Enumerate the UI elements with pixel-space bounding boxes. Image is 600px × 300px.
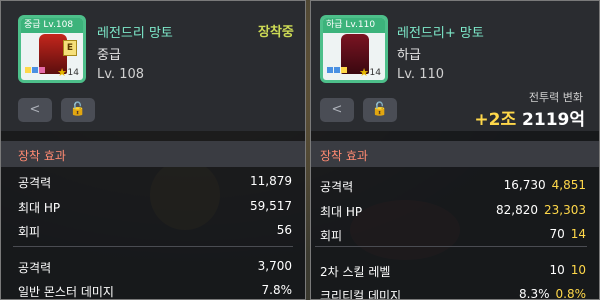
stat-row: 공격력 3,700 (1, 256, 305, 278)
stat-diff: 4,851 (551, 178, 586, 192)
star-icon: ★ (359, 66, 369, 79)
power-plus: +2조 (474, 110, 517, 130)
stat-label: 일반 몬스터 데미지 (18, 285, 114, 299)
thumb-grade-level: 하급 Lv.110 (323, 18, 385, 33)
stat-row: 회피 70 14 (311, 224, 599, 246)
stat-row: 최대 HP 59,517 (1, 196, 305, 218)
stat-row: 공격력 16,730 4,851 (311, 175, 599, 197)
unlock-icon: 🔓 (69, 102, 87, 117)
potential-chips (25, 58, 46, 77)
item-thumbnail[interactable]: 중급 Lv.108 E ★ 14 (18, 15, 86, 83)
share-button[interactable]: < (320, 98, 354, 122)
stat-label: 회피 (18, 225, 41, 239)
stat-diff: 23,303 (544, 203, 586, 217)
stat-row: 일반 몬스터 데미지 7.8% (1, 280, 305, 299)
item-level: Lv. 110 (397, 67, 445, 82)
stat-row: 크리티컬 데미지 8.3% 0.8% (311, 284, 599, 300)
lock-button[interactable]: 🔓 (363, 98, 397, 122)
stat-row: 최대 HP 82,820 23,303 (311, 200, 599, 222)
stat-value: 7.8% (261, 283, 293, 297)
equipped-badge: E (63, 40, 77, 56)
stat-value: 8.3% 0.8% (519, 287, 587, 300)
stat-base: 82,820 (496, 203, 538, 217)
stat-row: 2차 스킬 레벨 10 10 (311, 260, 599, 282)
star-icon: ★ (57, 66, 67, 79)
divider (315, 246, 587, 247)
stat-label: 최대 HP (18, 201, 61, 215)
power-change-label: 전투력 변화 (528, 91, 583, 104)
stat-label: 공격력 (320, 180, 354, 194)
compare-item-panel: 하급 Lv.110 ★ 14 레전드리+ 망토 하급 Lv. 110 < 🔓 전… (310, 0, 600, 300)
stat-label: 크리티컬 데미지 (320, 289, 402, 300)
item-grade: 하급 (397, 48, 421, 63)
stat-value: 59,517 (250, 199, 292, 213)
star-level: 14 (67, 68, 79, 78)
power-change-value: +2조 2119억 (474, 105, 585, 130)
stat-row: 공격력 11,879 (1, 171, 305, 193)
stat-base: 16,730 (503, 178, 546, 192)
stat-label: 공격력 (18, 176, 52, 190)
item-thumbnail[interactable]: 하급 Lv.110 ★ 14 (320, 15, 388, 83)
share-button[interactable]: < (18, 98, 52, 122)
lock-button[interactable]: 🔓 (61, 98, 95, 122)
stat-diff: 0.8% (555, 287, 587, 300)
divider (13, 246, 293, 247)
section-title: 장착 효과 (320, 149, 368, 163)
item-name: 레전드리 망토 (97, 26, 173, 41)
stat-value: 10 10 (549, 263, 586, 277)
stat-value: 3,700 (257, 259, 292, 273)
stat-base: 70 (549, 227, 565, 241)
stat-diff: 10 (570, 263, 586, 277)
stat-label: 회피 (320, 229, 343, 243)
thumb-grade-level: 중급 Lv.108 (21, 18, 83, 33)
effect-section-header: 장착 효과 (311, 141, 599, 167)
effect-section-header: 장착 효과 (1, 141, 305, 167)
stat-diff: 14 (570, 227, 586, 241)
power-amount: 2119억 (522, 110, 585, 130)
stat-label: 공격력 (18, 261, 52, 275)
stat-value: 70 14 (549, 227, 586, 241)
stat-value: 82,820 23,303 (496, 203, 586, 217)
stat-base: 10 (549, 263, 565, 277)
stat-value: 16,730 4,851 (504, 178, 586, 192)
stat-value: 56 (276, 223, 292, 237)
stat-base: 8.3% (519, 287, 550, 300)
item-name: 레전드리+ 망토 (397, 26, 484, 41)
share-icon: < (331, 102, 343, 117)
star-level: 14 (369, 68, 381, 78)
item-level: Lv. 108 (97, 67, 145, 82)
equipped-status: 장착중 (258, 25, 294, 40)
item-grade: 중급 (97, 48, 121, 63)
equipped-item-panel: 중급 Lv.108 E ★ 14 레전드리 망토 중급 Lv. 108 장착중 … (0, 0, 306, 300)
unlock-icon: 🔓 (371, 102, 389, 117)
section-title: 장착 효과 (18, 149, 66, 163)
stat-value: 11,879 (250, 174, 292, 188)
stat-label: 최대 HP (320, 205, 363, 219)
stat-label: 2차 스킬 레벨 (320, 265, 391, 279)
potential-chips (327, 58, 348, 77)
stat-row: 회피 56 (1, 220, 305, 242)
share-icon: < (29, 102, 41, 117)
